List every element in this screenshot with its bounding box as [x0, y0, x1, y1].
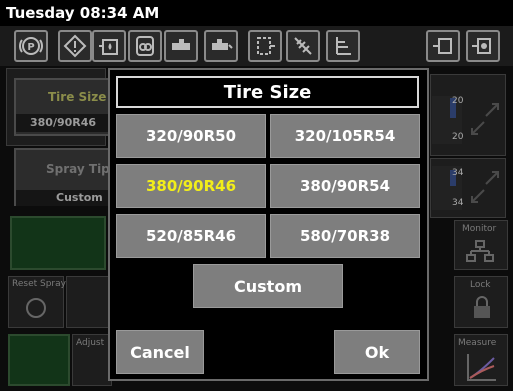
parking-brake-icon[interactable]: P: [14, 30, 48, 62]
status-tile-bottom[interactable]: [8, 334, 70, 386]
adjust-label: Adjust: [76, 338, 105, 348]
lock-icon: [472, 296, 492, 320]
oil-pressure-icon[interactable]: [466, 30, 500, 62]
measure-graph-icon: [466, 352, 498, 382]
gauge-mid-value-a: 34: [452, 168, 464, 178]
gauge-top-value-b: 20: [452, 132, 464, 142]
clock-label: Tuesday 08:34 AM: [6, 4, 160, 22]
tire-size-tile-value: 380/90R46: [30, 116, 97, 129]
custom-button[interactable]: Custom: [193, 264, 343, 308]
engine-oil-icon[interactable]: [204, 30, 238, 62]
tire-option-380-90r54[interactable]: 380/90R54: [270, 164, 420, 208]
network-icon: [466, 240, 494, 264]
transmission-icon[interactable]: [128, 30, 162, 62]
engine-rpm-icon[interactable]: [164, 30, 198, 62]
gauge-mid-value-b: 34: [452, 198, 464, 208]
coolant-icon[interactable]: [248, 30, 282, 62]
no-spray-icon[interactable]: [286, 30, 320, 62]
expand-arrows-icon[interactable]: [466, 96, 504, 140]
warning-icon[interactable]: [58, 30, 92, 62]
section-tile[interactable]: [66, 276, 110, 328]
monitor-label: Monitor: [462, 224, 497, 234]
hydraulic-fluid-icon[interactable]: [92, 30, 126, 62]
gauge-top-value-a: 20: [452, 96, 464, 106]
spray-tip-tile-value: Custom: [56, 191, 103, 204]
status-tile-left[interactable]: [10, 216, 106, 270]
tire-size-tile-label: Tire Size: [48, 90, 107, 104]
tire-option-320-105r54[interactable]: 320/105R54: [270, 114, 420, 158]
ok-button[interactable]: Ok: [334, 330, 420, 374]
tire-option-520-85r46[interactable]: 520/85R46: [116, 214, 266, 258]
lock-label: Lock: [470, 280, 491, 290]
svg-text:P: P: [27, 42, 34, 53]
tire-option-380-90r46-selected[interactable]: 380/90R46: [116, 164, 266, 208]
tire-option-320-90r50[interactable]: 320/90R50: [116, 114, 266, 158]
cancel-button[interactable]: Cancel: [116, 330, 204, 374]
fuel-level-icon[interactable]: [326, 30, 360, 62]
expand-arrows-icon-2[interactable]: [466, 164, 504, 208]
dialog-title: Tire Size: [116, 76, 419, 108]
hydraulic-oil-temp-icon[interactable]: [426, 30, 460, 62]
spray-tip-tile-label: Spray Tip: [46, 162, 110, 176]
timer-icon: [26, 298, 46, 318]
tire-option-580-70r38[interactable]: 580/70R38: [270, 214, 420, 258]
measure-label: Measure: [458, 338, 497, 348]
reset-spray-label: Reset Spray: [12, 279, 66, 289]
